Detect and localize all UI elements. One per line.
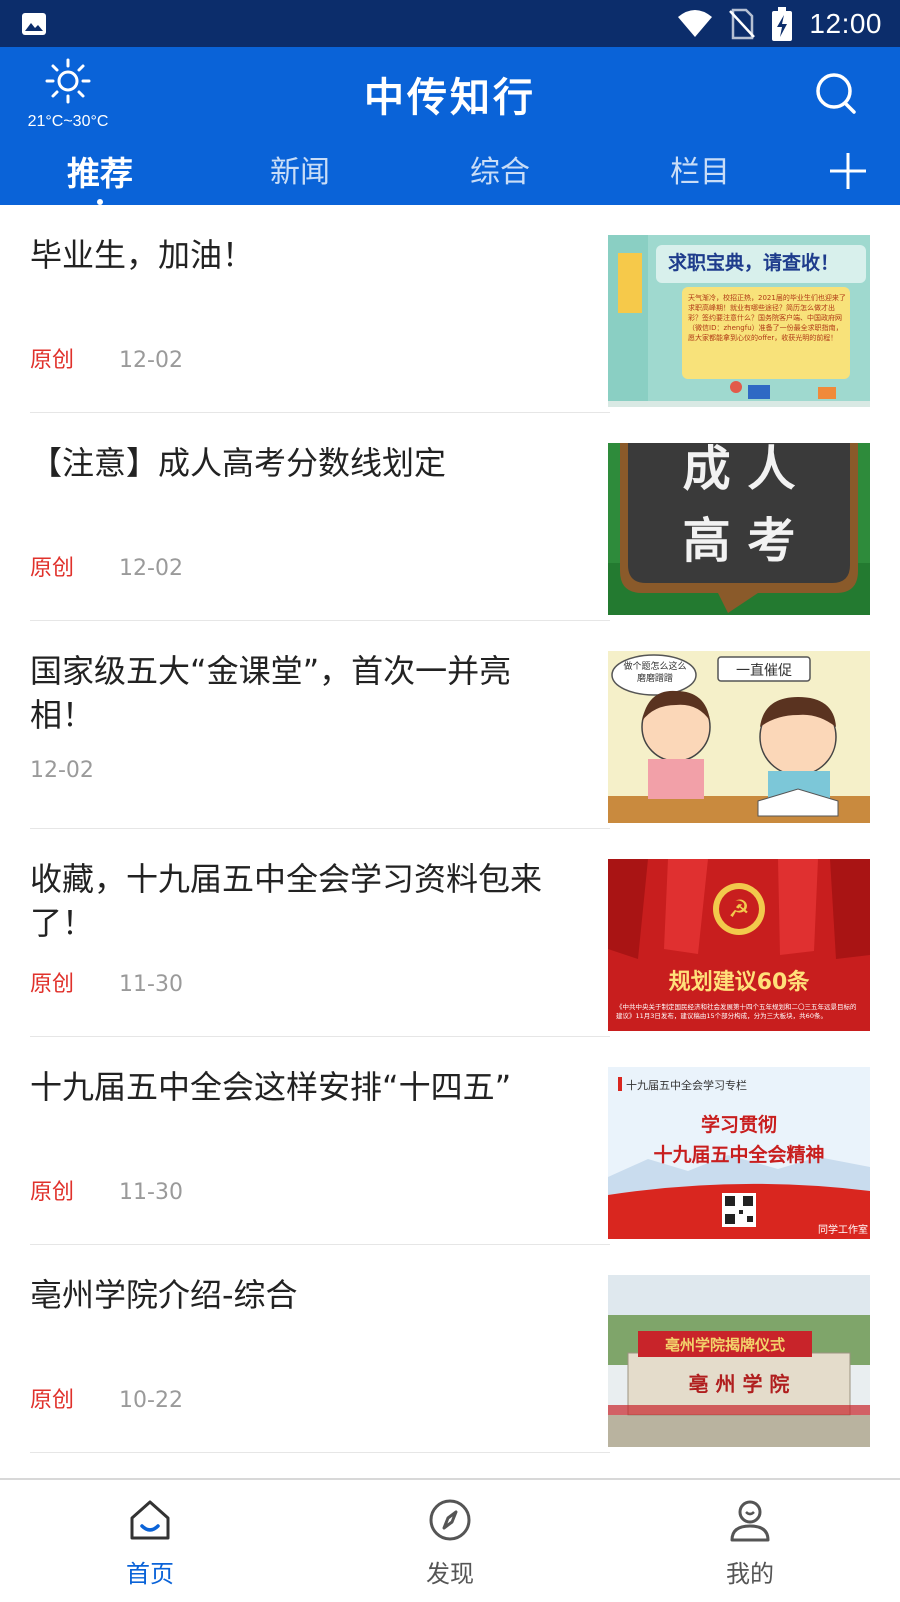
item-divider	[30, 1452, 610, 1453]
thumb-caption: 求职宝典，请查收！	[668, 251, 839, 274]
news-item[interactable]: 十九届五中全会这样安排“十四五” 原创 11-30 十九届五中全会学习专栏 学习…	[0, 1037, 900, 1245]
original-tag: 原创	[30, 1388, 75, 1413]
news-thumbnail: ☭ 规划建议60条 《中共中央关于制定国民经济和社会发展第十四个五年规划和二〇三…	[608, 859, 870, 1031]
news-title: 亳州学院介绍-综合	[30, 1276, 298, 1314]
app-header: 21°C~30°C 中传知行 推荐 新闻 综合 栏目	[0, 47, 900, 205]
news-date: 11-30	[119, 1180, 183, 1205]
news-title: 毕业生，加油！	[30, 236, 255, 274]
user-icon	[730, 1500, 770, 1542]
news-item[interactable]: 国家级五大“金课堂”，首次一并亮相！ 12-02 一直催促 做个题怎么这么磨磨蹭…	[0, 621, 900, 829]
original-tag: 原创	[30, 556, 75, 581]
thumb-caption: 学习贯彻	[701, 1113, 777, 1136]
news-item[interactable]: 【注意】成人高考分数线划定 原创 12-02 成 人 高 考	[0, 413, 900, 621]
nav-profile[interactable]: 我的	[670, 1496, 830, 1589]
nav-home[interactable]: 首页	[70, 1496, 230, 1589]
news-meta: 原创 11-30	[30, 1174, 183, 1206]
thumb-body: 天气渐冷，校招正热，2021届的毕业生们也迎来了求职高峰期！就业有哪些途径？简历…	[688, 294, 846, 342]
thumb-credit: 同学工作室	[818, 1223, 868, 1236]
news-meta: 12-02	[30, 758, 94, 783]
news-title: 国家级五大“金课堂”，首次一并亮相！	[30, 652, 512, 734]
app-title: 中传知行	[364, 75, 536, 121]
nav-discover[interactable]: 发现	[370, 1496, 530, 1589]
thumb-caption: 亳州学院揭牌仪式	[665, 1336, 785, 1354]
thumb-caption: 高 考	[683, 513, 796, 569]
news-thumbnail: 亳州学院揭牌仪式 亳 州 学 院	[608, 1275, 870, 1447]
news-thumbnail: 成 人 高 考	[608, 443, 870, 615]
news-item[interactable]: 毕业生，加油！ 原创 12-02 求职宝典，请查收！ 天气渐冷，校招正热，202…	[0, 205, 900, 413]
news-item[interactable]: 亳州学院介绍-综合 原创 10-22 亳州学院揭牌仪式 亳 州 学 院	[0, 1245, 900, 1453]
news-thumbnail: 求职宝典，请查收！ 天气渐冷，校招正热，2021届的毕业生们也迎来了求职高峰期！…	[608, 235, 870, 407]
news-meta: 原创 12-02	[30, 550, 183, 582]
tab-news[interactable]: 新闻	[270, 147, 330, 191]
thumb-body: 《中共中央关于制定国民经济和社会发展第十四个五年规划和二〇三五年远景目标的建议》…	[616, 1003, 857, 1020]
search-icon[interactable]	[812, 69, 860, 117]
original-tag: 原创	[30, 348, 75, 373]
tab-general[interactable]: 综合	[470, 147, 530, 191]
original-tag: 原创	[30, 1180, 75, 1205]
news-thumbnail: 一直催促 做个题怎么这么磨磨蹭蹭	[608, 651, 870, 823]
nav-label: 我的	[726, 1560, 774, 1588]
news-title: 收藏，十九届五中全会学习资料包来了！	[30, 860, 543, 942]
news-feed: 毕业生，加油！ 原创 12-02 求职宝典，请查收！ 天气渐冷，校招正热，202…	[0, 205, 900, 1453]
no-sim-icon	[729, 8, 756, 39]
party-emblem-icon: ☭	[728, 895, 750, 923]
news-date: 11-30	[119, 972, 183, 997]
tab-recommend[interactable]: 推荐	[67, 147, 133, 205]
nav-label: 发现	[426, 1560, 474, 1588]
news-date: 10-22	[119, 1388, 183, 1413]
gallery-icon	[22, 13, 46, 35]
wifi-icon	[678, 9, 713, 37]
nav-label: 首页	[126, 1560, 174, 1588]
thumb-caption: 亳 州 学 院	[689, 1372, 790, 1396]
home-icon	[130, 1500, 170, 1540]
original-tag: 原创	[30, 972, 75, 997]
news-date: 12-02	[119, 348, 183, 373]
news-title: 【注意】成人高考分数线划定	[30, 444, 447, 482]
thumb-bubble: 做个题怎么这么磨磨蹭蹭	[623, 662, 687, 684]
battery-charging-icon	[772, 6, 793, 41]
news-thumbnail: 十九届五中全会学习专栏 学习贯彻 十九届五中全会精神 同学工作室	[608, 1067, 870, 1239]
thumb-caption: 规划建议60条	[669, 969, 811, 995]
news-item[interactable]: 收藏，十九届五中全会学习资料包来了！ 原创 11-30 ☭ 规划建议60条 《中…	[0, 829, 900, 1037]
news-date: 12-02	[30, 758, 94, 783]
status-time: 12:00	[809, 7, 882, 39]
status-bar: 12:00	[0, 0, 900, 47]
thumb-header: 十九届五中全会学习专栏	[626, 1078, 747, 1092]
add-tab-icon[interactable]	[826, 149, 870, 193]
news-meta: 原创 11-30	[30, 966, 183, 998]
category-tabs: 推荐 新闻 综合 栏目	[0, 147, 900, 205]
thumb-caption: 成 人	[683, 443, 796, 497]
thumb-caption: 一直催促	[736, 662, 792, 679]
news-title: 十九届五中全会这样安排“十四五”	[30, 1068, 512, 1106]
tab-columns[interactable]: 栏目	[670, 147, 730, 191]
bottom-navigation: 首页 发现 我的	[0, 1478, 900, 1602]
news-date: 12-02	[119, 556, 183, 581]
thumb-caption: 十九届五中全会精神	[653, 1143, 824, 1166]
compass-icon	[429, 1499, 471, 1541]
news-meta: 原创 12-02	[30, 342, 183, 374]
news-meta: 原创 10-22	[30, 1382, 183, 1414]
